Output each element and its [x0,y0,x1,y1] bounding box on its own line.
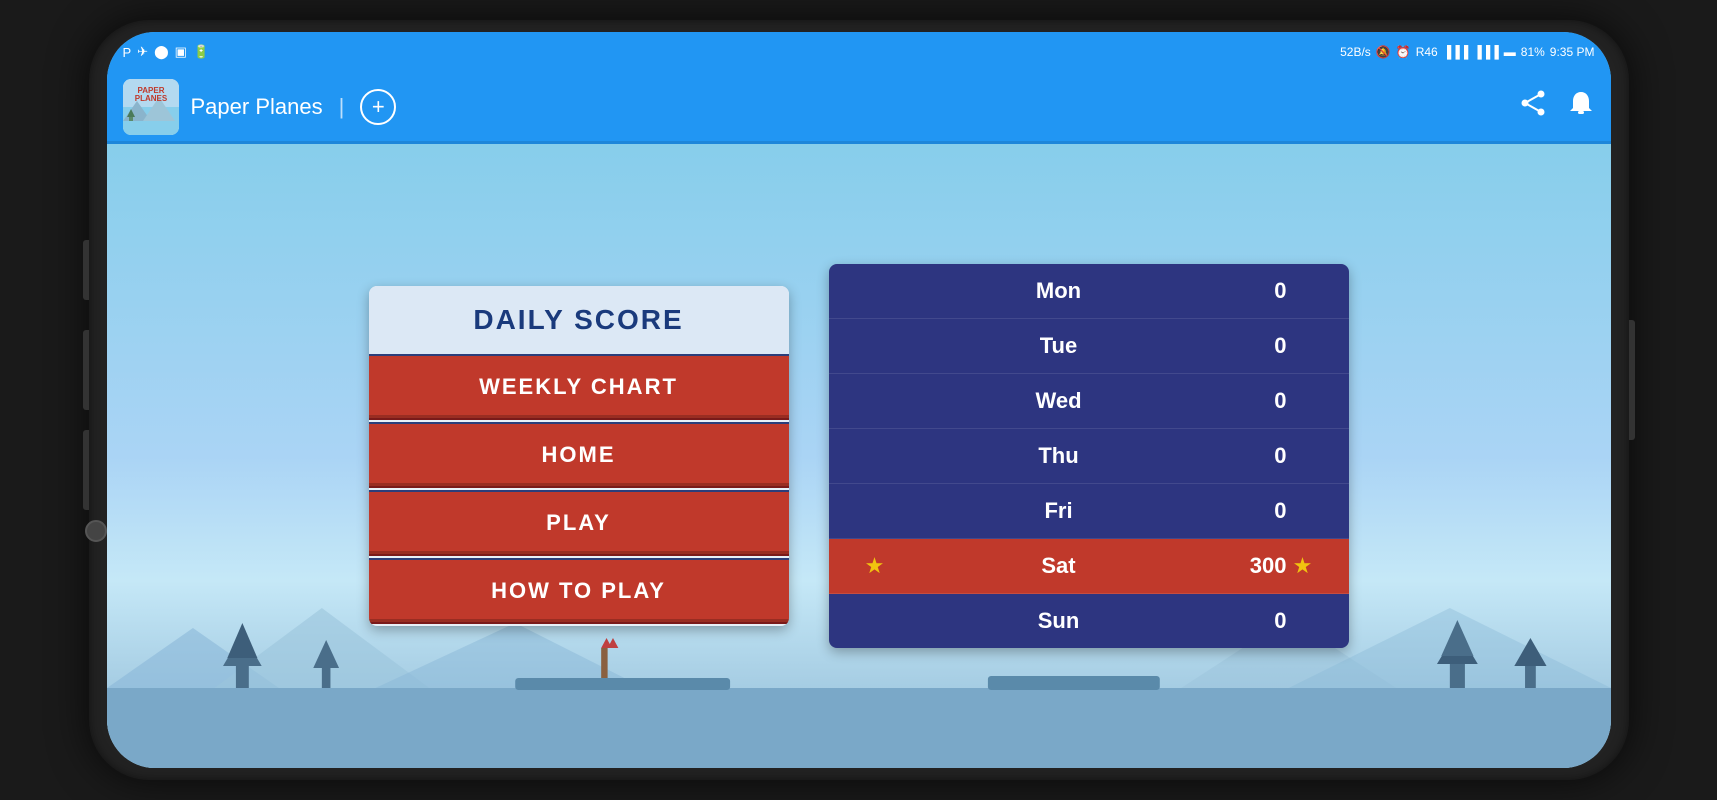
star-left-sat: ★ [859,553,891,579]
silent-icon: 🔕 [1376,45,1391,59]
app-title: Paper Planes [191,94,323,120]
weekly-chart-panel: Mon 0 Tue 0 Wed 0 [829,264,1349,648]
speed-indicator: 52B/s [1340,45,1371,59]
headphone-port [85,520,107,542]
p-icon: P [123,45,132,60]
time-display: 9:35 PM [1550,45,1595,59]
score-tue: 0 [1227,333,1287,359]
day-sat: Sat [891,553,1227,579]
dot-icon: ⬤ [154,44,169,60]
daily-score-title: DAILY SCORE [369,286,789,354]
signal-bars-2: ▐▐▐ [1473,45,1499,59]
play-button[interactable]: PLAY [369,490,789,556]
chart-row-sun: Sun 0 [829,594,1349,648]
star-right-sat: ★ [1287,553,1319,579]
app-bar-actions [1519,89,1595,124]
daily-score-panel: DAILY SCORE WEEKLY CHART HOME PLAY HOW T… [369,286,789,626]
volume-up-button[interactable] [83,240,89,300]
add-button[interactable]: + [360,89,396,125]
phone-screen: P ✈ ⬤ ▣ 🔋 52B/s 🔕 ⏰ R46 ▐▐▐ ▐▐▐ ▬ 81% 9:… [107,32,1611,768]
chart-row-wed: Wed 0 [829,374,1349,429]
camera-button[interactable] [83,430,89,510]
notification-icon[interactable] [1567,89,1595,124]
score-mon: 0 [1227,278,1287,304]
day-tue: Tue [891,333,1227,359]
chart-row-sat: ★ Sat 300 ★ [829,539,1349,594]
score-fri: 0 [1227,498,1287,524]
battery-icon: ▬ [1504,45,1516,59]
chart-row-fri: Fri 0 [829,484,1349,539]
score-thu: 0 [1227,443,1287,469]
power-button[interactable] [1629,320,1635,440]
alarm-icon: ⏰ [1396,45,1411,59]
score-wed: 0 [1227,388,1287,414]
app-bar: PAPER PLANES Paper Planes | + [107,72,1611,144]
cast-icon: ▣ [175,44,187,60]
share-icon[interactable] [1519,89,1547,124]
day-mon: Mon [891,278,1227,304]
app-logo: PAPER PLANES [123,79,179,135]
battery-percent: 81% [1521,45,1545,59]
game-ui: DAILY SCORE WEEKLY CHART HOME PLAY HOW T… [107,144,1611,768]
day-sun: Sun [891,608,1227,634]
day-thu: Thu [891,443,1227,469]
status-left-icons: P ✈ ⬤ ▣ 🔋 [123,44,210,60]
telegram-icon: ✈ [137,44,148,60]
battery-small-icon: 🔋 [193,44,209,60]
network-type: R46 [1416,45,1438,59]
status-bar: P ✈ ⬤ ▣ 🔋 52B/s 🔕 ⏰ R46 ▐▐▐ ▐▐▐ ▬ 81% 9:… [107,32,1611,72]
title-divider: | [339,94,345,120]
svg-text:PLANES: PLANES [134,94,167,103]
score-sun: 0 [1227,608,1287,634]
day-wed: Wed [891,388,1227,414]
game-area: DAILY SCORE WEEKLY CHART HOME PLAY HOW T… [107,144,1611,768]
status-right-info: 52B/s 🔕 ⏰ R46 ▐▐▐ ▐▐▐ ▬ 81% 9:35 PM [1340,45,1594,59]
day-fri: Fri [891,498,1227,524]
phone-frame: P ✈ ⬤ ▣ 🔋 52B/s 🔕 ⏰ R46 ▐▐▐ ▐▐▐ ▬ 81% 9:… [89,20,1629,780]
how-to-play-button[interactable]: HOW TO PLAY [369,558,789,624]
weekly-chart-button[interactable]: WEEKLY CHART [369,354,789,420]
signal-bars-1: ▐▐▐ [1443,45,1469,59]
chart-row-thu: Thu 0 [829,429,1349,484]
home-button[interactable]: HOME [369,422,789,488]
chart-row-tue: Tue 0 [829,319,1349,374]
chart-row-mon: Mon 0 [829,264,1349,319]
volume-down-button[interactable] [83,330,89,410]
score-sat: 300 [1227,553,1287,579]
